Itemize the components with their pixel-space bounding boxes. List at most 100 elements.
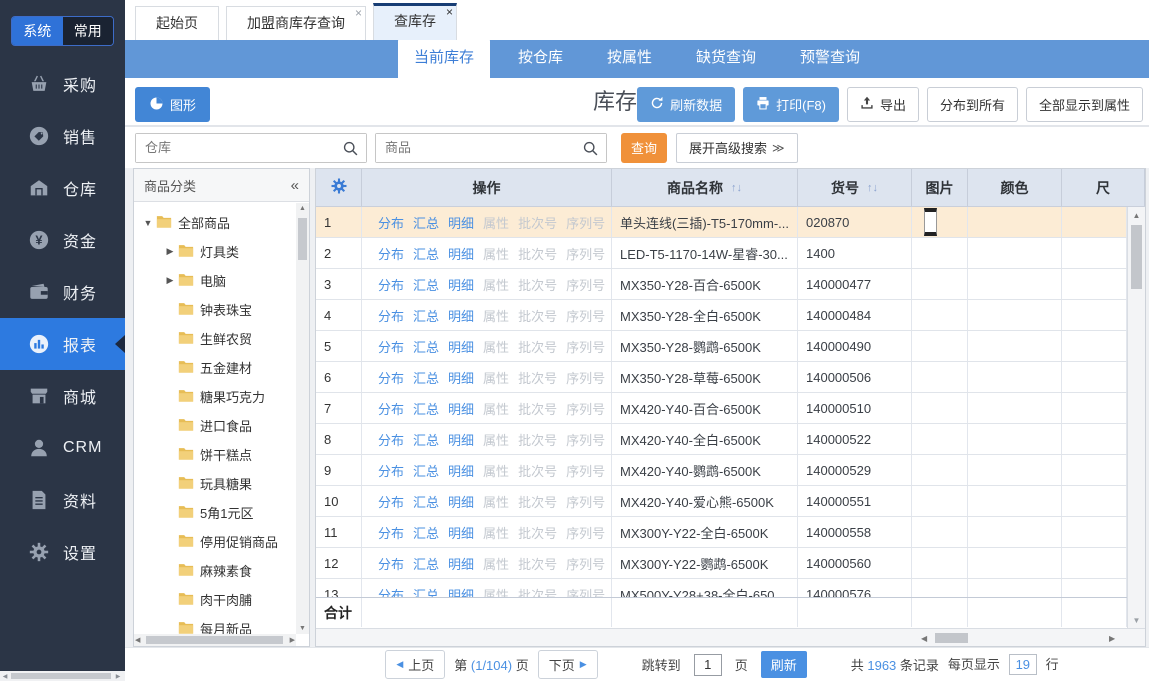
search-icon[interactable] <box>582 140 599 162</box>
scroll-left-icon[interactable]: ◀ <box>0 673 10 680</box>
detail-link[interactable]: 明细 <box>448 554 474 573</box>
product-input[interactable] <box>376 134 606 162</box>
column-header-actions[interactable]: 操作 <box>362 169 612 206</box>
distribution-link[interactable]: 分布 <box>378 306 404 325</box>
column-header-color[interactable]: 颜色 <box>968 169 1062 206</box>
collapse-panel-icon[interactable]: « <box>291 177 299 194</box>
category-tree-item[interactable]: 五金建材 <box>134 353 309 382</box>
summary-link[interactable]: 汇总 <box>413 461 439 480</box>
category-tree-item[interactable]: 钟表珠宝 <box>134 295 309 324</box>
scroll-up-icon[interactable]: ▲ <box>296 205 309 212</box>
column-header-image[interactable]: 图片 <box>912 169 968 206</box>
table-row[interactable]: 11 分布 汇总 明细 属性 批次号 序列号 MX300Y-Y22-全白-650… <box>316 517 1127 548</box>
show-all-attributes-button[interactable]: 全部显示到属性 <box>1026 87 1143 122</box>
category-tree-item[interactable]: 进口食品 <box>134 411 309 440</box>
table-row[interactable]: 1 分布 汇总 明细 属性 批次号 序列号 单头连线(三插)-T5-170mm-… <box>316 207 1127 238</box>
detail-link[interactable]: 明细 <box>448 461 474 480</box>
summary-link[interactable]: 汇总 <box>413 368 439 387</box>
column-header-item-number[interactable]: 货号 ↑↓ <box>798 169 912 206</box>
tab-stockout-query[interactable]: 缺货查询 <box>680 38 772 78</box>
detail-link[interactable]: 明细 <box>448 337 474 356</box>
distribution-link[interactable]: 分布 <box>378 399 404 418</box>
table-horizontal-scrollbar[interactable]: ◀ ▶ <box>316 628 1145 646</box>
detail-link[interactable]: 明细 <box>448 244 474 263</box>
table-row[interactable]: 7 分布 汇总 明细 属性 批次号 序列号 MX420-Y40-百合-6500K… <box>316 393 1127 424</box>
category-tree-item[interactable]: 玩具糖果 <box>134 469 309 498</box>
tab-by-warehouse[interactable]: 按仓库 <box>502 38 579 78</box>
sidebar-item-mall[interactable]: 商城 <box>0 370 125 422</box>
detail-link[interactable]: 明细 <box>448 585 474 598</box>
category-tree-item[interactable]: ▼ 全部商品 <box>134 208 309 237</box>
detail-link[interactable]: 明细 <box>448 306 474 325</box>
distribution-link[interactable]: 分布 <box>378 337 404 356</box>
table-row[interactable]: 6 分布 汇总 明细 属性 批次号 序列号 MX350-Y28-草莓-6500K… <box>316 362 1127 393</box>
distribution-link[interactable]: 分布 <box>378 492 404 511</box>
column-header-size[interactable]: 尺 <box>1062 169 1145 206</box>
scroll-right-icon[interactable]: ▶ <box>113 673 123 680</box>
detail-link[interactable]: 明细 <box>448 430 474 449</box>
caret-icon[interactable]: ▶ <box>162 275 178 286</box>
sidebar-item-crm[interactable]: CRM <box>0 422 125 474</box>
summary-link[interactable]: 汇总 <box>413 213 439 232</box>
next-page-button[interactable]: 下页 ▶ <box>538 650 598 679</box>
refresh-page-button[interactable]: 刷新 <box>761 651 807 678</box>
summary-link[interactable]: 汇总 <box>413 492 439 511</box>
category-tree-item[interactable]: 糖果巧克力 <box>134 382 309 411</box>
summary-link[interactable]: 汇总 <box>413 399 439 418</box>
gear-icon[interactable] <box>330 177 348 198</box>
distribution-link[interactable]: 分布 <box>378 523 404 542</box>
jump-page-input[interactable] <box>694 654 722 676</box>
summary-link[interactable]: 汇总 <box>413 523 439 542</box>
product-thumbnail[interactable] <box>924 208 937 236</box>
distribution-link[interactable]: 分布 <box>378 275 404 294</box>
sidebar-horizontal-scrollbar[interactable]: ◀ ▶ <box>0 671 125 681</box>
detail-link[interactable]: 明细 <box>448 523 474 542</box>
scroll-right-icon[interactable]: ▶ <box>290 636 295 644</box>
caret-icon[interactable]: ▶ <box>162 246 178 257</box>
toggle-common[interactable]: 常用 <box>63 17 114 45</box>
scrollbar-thumb[interactable] <box>1131 225 1142 289</box>
refresh-data-button[interactable]: 刷新数据 <box>637 87 735 122</box>
chart-button[interactable]: 图形 <box>135 87 210 122</box>
detail-link[interactable]: 明细 <box>448 213 474 232</box>
summary-link[interactable]: 汇总 <box>413 337 439 356</box>
scrollbar-thumb[interactable] <box>11 673 111 679</box>
summary-link[interactable]: 汇总 <box>413 554 439 573</box>
close-icon[interactable]: × <box>446 6 453 18</box>
category-tree-item[interactable]: 停用促销商品 <box>134 527 309 556</box>
sidebar-item-reports[interactable]: 报表 <box>0 318 125 370</box>
scrollbar-thumb[interactable] <box>935 633 968 643</box>
category-tree-item[interactable]: ▶ 灯具类 <box>134 237 309 266</box>
category-tree-item[interactable]: 每月新品 <box>134 614 309 635</box>
table-row[interactable]: 3 分布 汇总 明细 属性 批次号 序列号 MX350-Y28-百合-6500K… <box>316 269 1127 300</box>
per-page-input[interactable]: 19 <box>1009 654 1037 675</box>
category-tree-item[interactable]: 生鲜农贸 <box>134 324 309 353</box>
distribution-link[interactable]: 分布 <box>378 368 404 387</box>
scroll-left-icon[interactable]: ◀ <box>135 636 140 644</box>
detail-link[interactable]: 明细 <box>448 275 474 294</box>
table-vertical-scrollbar[interactable]: ▲ ▼ <box>1127 207 1145 628</box>
category-tree-item[interactable]: 饼干糕点 <box>134 440 309 469</box>
table-row[interactable]: 9 分布 汇总 明细 属性 批次号 序列号 MX420-Y40-鹦鹉-6500K… <box>316 455 1127 486</box>
sidebar-item-settings[interactable]: 设置 <box>0 526 125 578</box>
category-tree-item[interactable]: 麻辣素食 <box>134 556 309 585</box>
distribution-link[interactable]: 分布 <box>378 430 404 449</box>
sidebar-item-finance[interactable]: 财务 <box>0 266 125 318</box>
table-row[interactable]: 5 分布 汇总 明细 属性 批次号 序列号 MX350-Y28-鹦鹉-6500K… <box>316 331 1127 362</box>
table-row[interactable]: 10 分布 汇总 明细 属性 批次号 序列号 MX420-Y40-爱心熊-650… <box>316 486 1127 517</box>
search-icon[interactable] <box>342 140 359 162</box>
tab-current-inventory[interactable]: 当前库存 <box>398 38 490 78</box>
table-row[interactable]: 4 分布 汇总 明细 属性 批次号 序列号 MX350-Y28-全白-6500K… <box>316 300 1127 331</box>
sort-icon[interactable]: ↑↓ <box>867 182 878 194</box>
summary-link[interactable]: 汇总 <box>413 585 439 598</box>
distribution-link[interactable]: 分布 <box>378 213 404 232</box>
category-horizontal-scrollbar[interactable]: ◀ ▶ <box>134 634 296 646</box>
scroll-down-icon[interactable]: ▼ <box>296 625 309 632</box>
warehouse-input[interactable] <box>136 134 366 162</box>
scroll-left-icon[interactable]: ◀ <box>921 634 927 643</box>
detail-link[interactable]: 明细 <box>448 492 474 511</box>
detail-link[interactable]: 明细 <box>448 399 474 418</box>
summary-link[interactable]: 汇总 <box>413 430 439 449</box>
distribution-link[interactable]: 分布 <box>378 554 404 573</box>
category-tree-item[interactable]: 肉干肉脯 <box>134 585 309 614</box>
